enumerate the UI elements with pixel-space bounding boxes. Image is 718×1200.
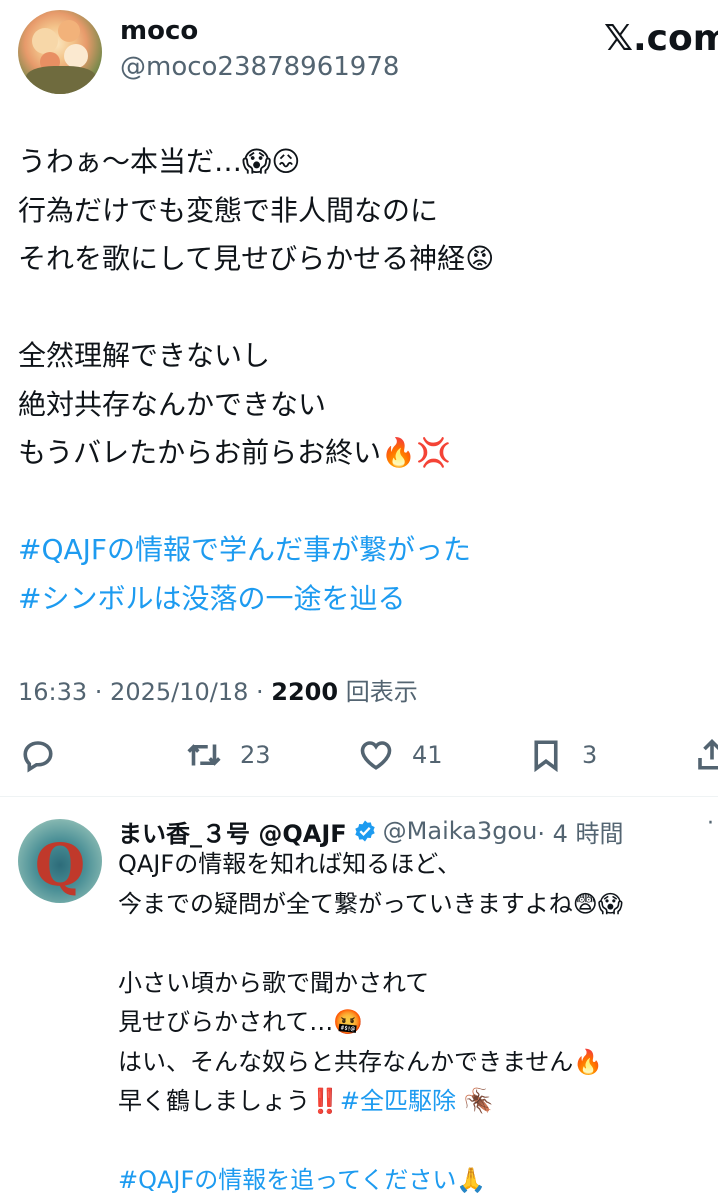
view-count-label: 回表示 bbox=[338, 678, 418, 706]
reply-line: はい、そんな奴らと共存なんかできません🔥 bbox=[118, 1047, 604, 1076]
reply-icon bbox=[23, 741, 53, 773]
hashtag-link[interactable]: #シンボルは没落の一途を辿る bbox=[18, 575, 708, 624]
bookmark-button[interactable]: 3 bbox=[528, 730, 597, 780]
display-name[interactable]: moco bbox=[120, 16, 198, 46]
reply-line: QAJFの情報を知れば知るほど、 bbox=[118, 850, 461, 878]
view-count: 2200 bbox=[271, 678, 339, 706]
pray-emoji: 🙏 bbox=[456, 1166, 487, 1194]
reply-handle[interactable]: @Maika3gou bbox=[383, 817, 538, 845]
tweet-line: 行為だけでも変態で非人間なのに bbox=[18, 193, 439, 227]
reply-blank-line bbox=[118, 1122, 708, 1162]
hashtag-link[interactable]: #QAJFの情報を追ってください bbox=[118, 1166, 456, 1194]
reply-time[interactable]: · 4 時間 bbox=[537, 814, 623, 849]
bookmark-icon bbox=[534, 740, 558, 773]
hashtag-link[interactable]: #QAJFの情報で学んだ事が繋がった bbox=[18, 526, 708, 575]
reply-text: QAJFの情報を知れば知るほど、 今までの疑問が全て繋がっていきますよね😨😱 小… bbox=[118, 845, 708, 1200]
tweet-line: 全然理解できないし bbox=[18, 339, 271, 372]
bookmark-count: 3 bbox=[582, 741, 598, 769]
tweet-timestamp[interactable]: 16:33 · 2025/10/18 · bbox=[18, 678, 271, 706]
reply-line: 小さい頃から歌で聞かされて bbox=[118, 968, 430, 997]
tweet-line: もうバレたからお前らお終い🔥💢 bbox=[18, 436, 451, 469]
tweet-text: うわぁ〜本当だ…😱😖 行為だけでも変態で非人間なのに それを歌にして見せびらかせ… bbox=[18, 138, 708, 623]
cockroach-emoji: 🪳 bbox=[456, 1087, 494, 1115]
reply-button[interactable] bbox=[20, 730, 56, 780]
tweet-line: 絶対共存なんかできない bbox=[18, 387, 327, 421]
share-button[interactable] bbox=[694, 730, 718, 780]
like-button[interactable]: 41 bbox=[358, 730, 443, 780]
avatar[interactable] bbox=[18, 10, 102, 94]
heart-icon bbox=[360, 741, 392, 770]
reply-line: 見せびらかされて…🤬 bbox=[118, 1008, 364, 1036]
tweet-header: moco @moco23878961978 𝕏.com bbox=[0, 0, 718, 110]
retweet-icon bbox=[187, 744, 221, 766]
reply-line: 早く鶴しましょう‼️#全匹駆除 🪳 bbox=[118, 1082, 708, 1122]
reply-avatar[interactable]: Q bbox=[18, 819, 102, 903]
reply-display-name[interactable]: まい香_３号 @QAJF bbox=[118, 814, 347, 849]
tweet-line: それを歌にして見せびらかせる神経😡 bbox=[18, 242, 495, 275]
retweet-count: 23 bbox=[240, 741, 271, 769]
tweet-meta: 16:33 · 2025/10/18 · 2200 回表示 bbox=[18, 672, 418, 707]
reply-line: #QAJFの情報を追ってください🙏 bbox=[118, 1161, 708, 1200]
reply-blank-line bbox=[118, 924, 708, 964]
verified-badge-icon bbox=[354, 820, 375, 842]
user-handle[interactable]: @moco23878961978 bbox=[120, 52, 399, 82]
tweet-line: うわぁ〜本当だ…😱😖 bbox=[18, 145, 301, 178]
reply-line-text: 早く鶴しましょう‼️ bbox=[118, 1087, 340, 1115]
hashtag-link[interactable]: #全匹駆除 bbox=[340, 1087, 456, 1115]
retweet-button[interactable]: 23 bbox=[186, 730, 271, 780]
reply-tweet[interactable]: Q まい香_３号 @QAJF @Maika3gou · 4 時間 · QAJFの… bbox=[0, 797, 718, 1200]
action-bar: 23 41 3 bbox=[18, 730, 718, 780]
x-logo: 𝕏.com bbox=[604, 18, 718, 59]
more-options-icon[interactable]: · bbox=[707, 811, 714, 836]
like-count: 41 bbox=[412, 741, 443, 769]
share-icon bbox=[698, 738, 718, 770]
reply-line: 今までの疑問が全て繋がっていきますよね😨😱 bbox=[118, 889, 623, 918]
